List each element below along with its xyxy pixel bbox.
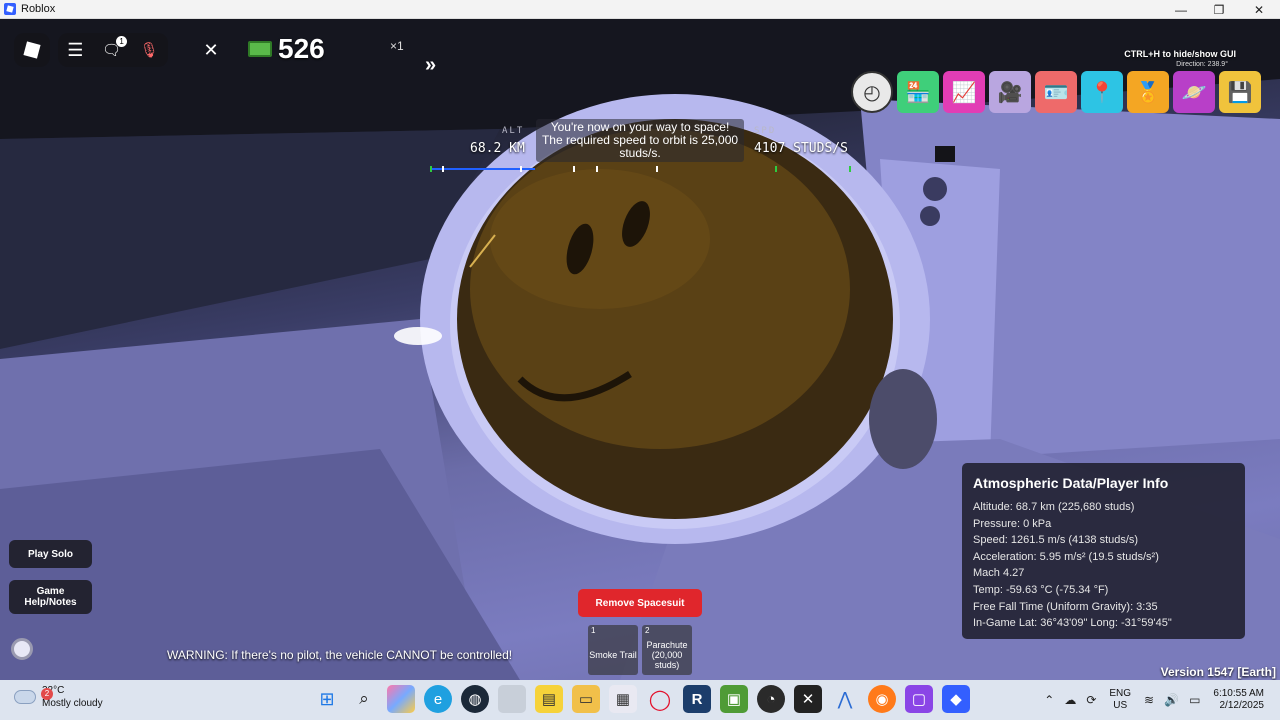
edge-icon[interactable]: e — [424, 685, 452, 713]
top-controls: ☰ 🗨 1 🎙 — [58, 33, 168, 67]
roblox-taskbar-icon[interactable]: ◆ — [942, 685, 970, 713]
opera-icon[interactable]: ◯ — [646, 685, 674, 713]
maximize-button[interactable]: ❐ — [1200, 0, 1238, 19]
spacesuit-icon — [11, 638, 33, 660]
save-icon[interactable]: 💾 — [1219, 71, 1261, 113]
shop-icon[interactable]: 🏪 — [897, 71, 939, 113]
cloud-sync-icon[interactable]: ☁ — [1064, 693, 1076, 707]
hotbar-slot-1[interactable]: 1 Smoke Trail — [588, 625, 638, 675]
altitude-gauge — [430, 166, 851, 172]
altitude-value: 68.2 KM — [470, 141, 525, 156]
chevron-up-icon[interactable]: ⌃ — [1044, 693, 1054, 707]
roblox-menu-button[interactable] — [14, 33, 50, 67]
medal-icon[interactable]: 🏅 — [1127, 71, 1169, 113]
file-explorer-icon[interactable]: ▭ — [572, 685, 600, 713]
info-line: Pressure: 0 kPa — [973, 517, 1052, 530]
cash-icon — [248, 41, 272, 57]
slot-label: Parachute (20,000 studs) — [646, 640, 688, 670]
roblox-logo-icon — [23, 41, 41, 59]
info-line: Mach 4.27 — [973, 567, 1025, 580]
version-label: Version 1547 [Earth] — [1160, 665, 1276, 679]
chat-icon[interactable]: 🗨 1 — [102, 36, 128, 59]
window-titlebar: Roblox — ❐ ✕ — [0, 0, 1280, 19]
taskbar-apps: ⊞ ⌕ e ◍ ▤ ▭ ▦ ◯ R ▣ ◔ ✕ ⋀ ◉ ▢ ◆ — [313, 685, 970, 713]
info-line: Acceleration: 5.95 m/s² (19.5 studs/s²) — [973, 550, 1159, 563]
map-pin-icon[interactable]: 📍 — [1081, 71, 1123, 113]
game-help-button[interactable]: Game Help/Notes — [9, 580, 92, 614]
hotbar-slot-2[interactable]: 2 Parachute (20,000 studs) — [642, 625, 692, 675]
system-tray: ⌃ ☁ ⟳ ENG US ≋ 🔊 ▭ 6:10:55 AM 2/12/2025 — [1039, 680, 1280, 720]
firefox-icon[interactable]: ◉ — [868, 685, 896, 713]
close-button[interactable]: ✕ — [1240, 0, 1278, 19]
arc-icon[interactable]: ⋀ — [831, 685, 859, 713]
store-icon[interactable]: ▦ — [609, 685, 637, 713]
twitch-icon[interactable]: ▢ — [905, 685, 933, 713]
pilot-warning: WARNING: If there's no pilot, the vehicl… — [167, 648, 513, 662]
r-app-icon[interactable]: R — [683, 685, 711, 713]
game-toolbar: ◴ 🏪 📈 🎥 🪪 📍 🏅 🪐 💾 — [851, 71, 1261, 113]
tools-disabled-icon[interactable]: ✕ — [193, 33, 229, 67]
search-icon[interactable]: ⌕ — [350, 685, 378, 713]
copilot-icon[interactable] — [387, 685, 415, 713]
planet-icon[interactable]: 🪐 — [1173, 71, 1215, 113]
speed-label: SPD — [754, 126, 777, 136]
region-code: US — [1113, 700, 1128, 711]
info-line: Temp: -59.63 °C (-75.34 °F) — [973, 583, 1109, 596]
play-solo-button[interactable]: Play Solo — [9, 540, 92, 568]
windows-taskbar: 2 22°C Mostly cloudy ⊞ ⌕ e ◍ ▤ ▭ ▦ ◯ R ▣… — [0, 680, 1280, 720]
info-line: Speed: 1261.5 m/s (4138 studs/s) — [973, 534, 1139, 547]
slot-number: 2 — [645, 626, 650, 635]
orbit-message: You're now on your way to space! The req… — [536, 119, 744, 162]
camera-icon[interactable]: 🎥 — [989, 71, 1031, 113]
time-multiplier: ×1 — [390, 39, 404, 53]
sticky-notes-icon[interactable]: ▤ — [535, 685, 563, 713]
info-line: In-Game Lat: 36°43'09" Long: -31°59'45" — [973, 617, 1172, 630]
fast-forward-button[interactable]: » — [425, 55, 436, 75]
money-value: 526 — [278, 33, 325, 64]
remove-spacesuit-button[interactable]: Remove Spacesuit — [578, 589, 702, 617]
windows-start-icon[interactable]: ⊞ — [313, 685, 341, 713]
weather-widget[interactable]: 2 22°C Mostly cloudy — [14, 684, 103, 710]
obs-icon[interactable]: ◔ — [757, 685, 785, 713]
battery-icon[interactable]: ▭ — [1189, 693, 1200, 707]
cloud-icon — [14, 690, 36, 704]
info-line: Altitude: 68.7 km (225,680 studs) — [973, 501, 1135, 513]
profile-card-icon[interactable]: 🪪 — [1035, 71, 1077, 113]
game-viewport[interactable]: ☰ 🗨 1 🎙 ✕ 526 ×1 » CTRL+H to hide/show GU… — [0, 19, 1280, 680]
steam-icon[interactable]: ◍ — [461, 685, 489, 713]
volume-icon[interactable]: 🔊 — [1164, 693, 1179, 707]
hamburger-menu-icon[interactable]: ☰ — [67, 40, 83, 61]
speedometer-icon[interactable]: ◴ — [851, 71, 893, 113]
atmospheric-info-panel: Atmospheric Data/Player Info Altitude: 6… — [962, 463, 1245, 639]
language-code: ENG — [1109, 688, 1132, 699]
clock-date: 2/12/2025 — [1219, 700, 1265, 711]
direction-readout: Direction: 238.9° — [1176, 61, 1228, 68]
blank-app-icon[interactable] — [498, 685, 526, 713]
stats-chart-icon[interactable]: 📈 — [943, 71, 985, 113]
minecraft-icon[interactable]: ▣ — [720, 685, 748, 713]
clock[interactable]: 6:10:55 AM 2/12/2025 — [1213, 688, 1264, 712]
window-title: Roblox — [21, 3, 56, 15]
refresh-icon[interactable]: ⟳ — [1086, 693, 1096, 707]
language-indicator[interactable]: ENG US — [1109, 688, 1131, 712]
microphone-icon[interactable]: 🎙 — [140, 41, 159, 59]
roblox-app-icon — [4, 3, 16, 15]
chat-badge: 1 — [116, 36, 128, 47]
clock-time: 6:10:55 AM — [1213, 688, 1264, 699]
slot-number: 1 — [591, 626, 596, 635]
epic-games-icon[interactable]: ✕ — [794, 685, 822, 713]
altitude-label: ALT — [502, 126, 525, 136]
hide-gui-hint: CTRL+H to hide/show GUI — [1124, 49, 1236, 59]
weather-condition: Mostly cloudy — [42, 698, 103, 709]
slot-label: Smoke Trail — [589, 650, 637, 660]
weather-badge: 2 — [41, 688, 53, 700]
minimize-button[interactable]: — — [1162, 0, 1200, 19]
money-display: 526 — [248, 33, 325, 65]
wifi-icon[interactable]: ≋ — [1144, 693, 1154, 707]
speed-value: 4107 STUDS/S — [754, 141, 848, 156]
info-line: Free Fall Time (Uniform Gravity): 3:35 — [973, 600, 1158, 613]
info-title: Atmospheric Data/Player Info — [973, 475, 1169, 491]
